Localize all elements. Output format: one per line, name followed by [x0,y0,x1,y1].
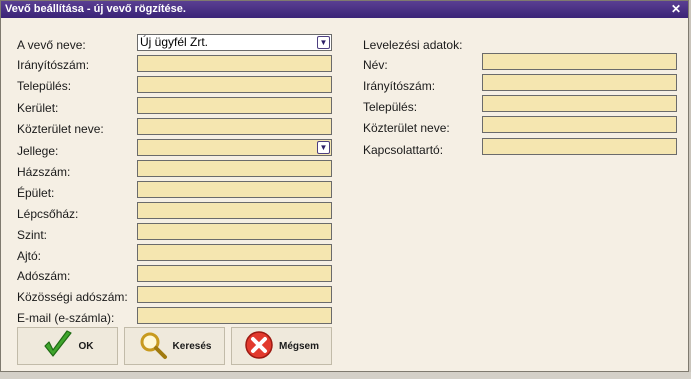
taskbar-strip [0,372,691,379]
eu-tax-number-field[interactable] [137,286,332,303]
mailing-section-title: Levelezési adatok: [363,38,463,52]
close-icon[interactable]: ✕ [671,1,681,18]
ok-button-label: OK [78,340,94,352]
customer-name-value: Új ügyfél Zrt. [140,35,209,49]
house-number-field[interactable] [137,160,332,177]
customer-name-select[interactable]: Új ügyfél Zrt. ▼ [137,34,332,51]
checkmark-icon [42,329,74,363]
chevron-down-icon[interactable]: ▼ [317,36,330,49]
street-name-label: Közterület neve: [17,122,104,136]
cancel-button[interactable]: Mégsem [231,327,332,365]
customer-settings-window: Vevő beállítása - új vevő rögzítése. ✕ A… [0,0,689,372]
contact-person-label: Kapcsolattartó: [363,143,444,157]
city-label: Település: [17,79,72,93]
district-label: Kerület: [17,101,59,115]
mailing-street-name-label: Közterület neve: [363,121,450,135]
window-title: Vevő beállítása - új vevő rögzítése. [5,3,186,15]
staircase-field[interactable] [137,202,332,219]
tax-number-label: Adószám: [17,269,71,283]
email-field[interactable] [137,307,332,324]
mailing-city-label: Település: [363,100,418,114]
title-bar: Vevő beállítása - új vevő rögzítése. ✕ [1,1,688,18]
staircase-label: Lépcsőház: [17,207,79,221]
mailing-city-field[interactable] [482,95,677,112]
chevron-down-icon[interactable]: ▼ [317,141,330,154]
mailing-postal-code-field[interactable] [482,74,677,91]
mailing-postal-code-label: Irányítószám: [363,79,436,93]
mailing-street-name-field[interactable] [482,116,677,133]
eu-tax-number-label: Közösségi adószám: [17,290,128,304]
floor-label: Szint: [17,228,48,242]
door-field[interactable] [137,244,332,261]
street-name-field[interactable] [137,118,332,135]
email-label: E-mail (e-számla): [17,311,115,325]
mailing-name-field[interactable] [482,53,677,70]
door-label: Ajtó: [17,249,42,263]
cancel-icon [244,330,274,363]
city-field[interactable] [137,76,332,93]
cancel-button-label: Mégsem [278,340,319,352]
ok-button[interactable]: OK [17,327,118,365]
customer-name-label: A vevő neve: [17,38,86,52]
postal-code-label: Irányítószám: [17,58,90,72]
house-number-label: Házszám: [17,165,71,179]
building-field[interactable] [137,181,332,198]
mailing-name-label: Név: [363,58,388,72]
tax-number-field[interactable] [137,265,332,282]
contact-person-field[interactable] [482,138,677,155]
floor-field[interactable] [137,223,332,240]
street-type-label: Jellege: [17,144,59,158]
building-label: Épület: [17,186,55,200]
street-type-select[interactable]: ▼ [137,139,332,156]
magnifier-icon [138,330,168,363]
postal-code-field[interactable] [137,55,332,72]
search-button-label: Keresés [172,340,212,352]
district-field[interactable] [137,97,332,114]
search-button[interactable]: Keresés [124,327,225,365]
